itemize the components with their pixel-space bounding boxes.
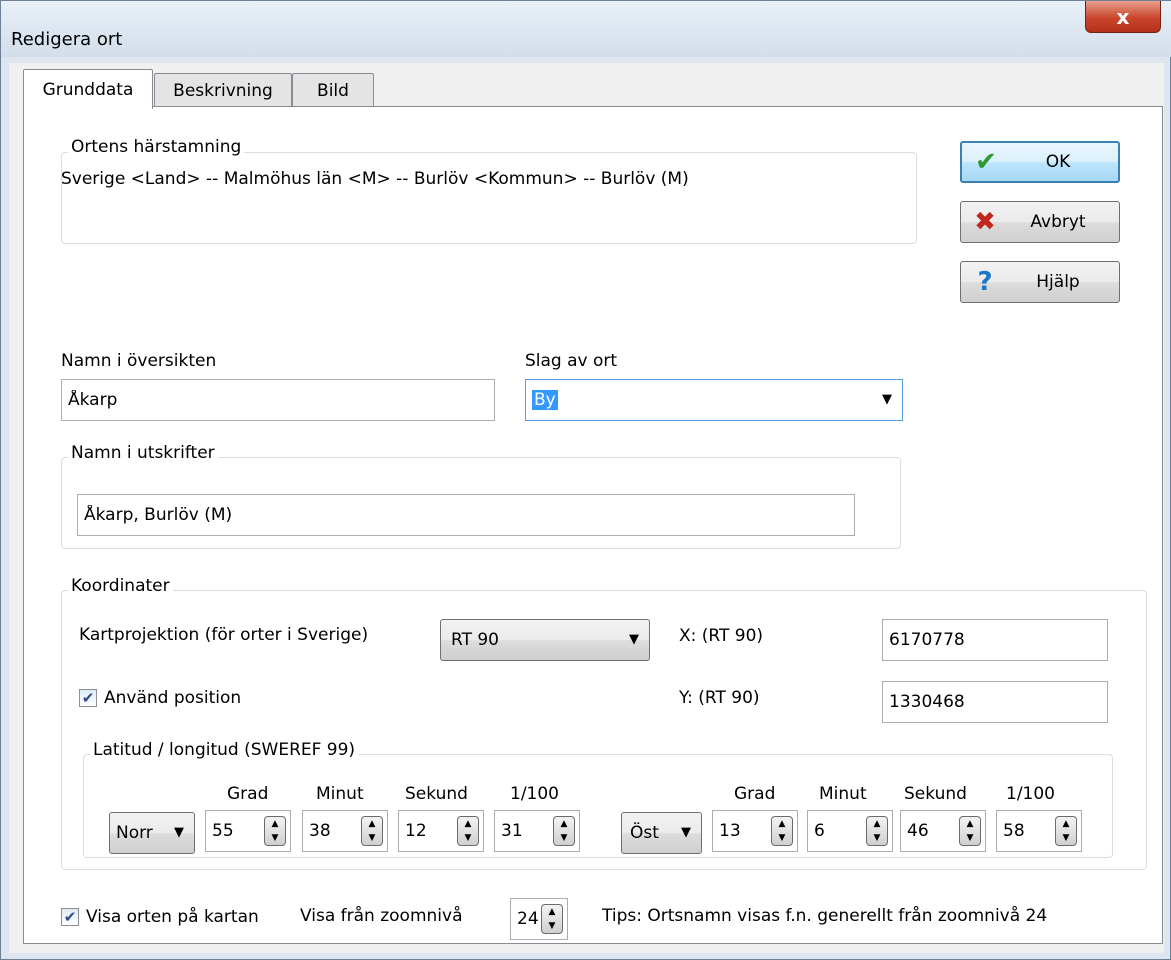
question-icon: ? bbox=[977, 267, 993, 297]
title-bar: Redigera ort x bbox=[1, 1, 1171, 57]
projection-select[interactable]: RT 90 ▼ bbox=[440, 619, 650, 661]
tab-label: Grunddata bbox=[42, 79, 134, 100]
zoom-label: Visa från zoomnivå bbox=[300, 906, 463, 926]
lat-degree-value: 55 bbox=[212, 821, 234, 841]
lon-second-stepper[interactable]: 46 ▲ ▼ bbox=[900, 810, 986, 852]
close-icon: x bbox=[1116, 4, 1130, 29]
dialog-window: Redigera ort x Grunddata Beskrivning Bil… bbox=[0, 0, 1171, 960]
spin-arrows-icon[interactable]: ▲ ▼ bbox=[771, 816, 793, 846]
lat-second-value: 12 bbox=[405, 821, 427, 841]
use-position-label: Använd position bbox=[104, 688, 242, 708]
lon-direction-select[interactable]: Öst ▼ bbox=[621, 812, 702, 854]
cancel-button[interactable]: ✖ Avbryt bbox=[960, 201, 1120, 243]
spin-arrows-icon[interactable]: ▲ ▼ bbox=[541, 904, 563, 934]
ok-label: OK bbox=[1045, 152, 1071, 172]
origin-text: Sverige <Land> -- Malmöhus län <M> -- Bu… bbox=[61, 169, 689, 189]
spin-arrows-icon[interactable]: ▲ ▼ bbox=[553, 816, 575, 846]
close-button[interactable]: x bbox=[1085, 1, 1161, 33]
lon-header-grad: Grad bbox=[734, 784, 776, 804]
lat-direction-value: Norr bbox=[116, 823, 153, 843]
spin-arrows-icon[interactable]: ▲ ▼ bbox=[866, 816, 888, 846]
chevron-down-icon: ▼ bbox=[629, 632, 639, 647]
place-type-select[interactable]: By ▼ bbox=[525, 379, 903, 421]
lon-header-hundredths: 1/100 bbox=[1006, 784, 1055, 804]
lon-second-value: 46 bbox=[907, 821, 929, 841]
origin-group bbox=[61, 152, 917, 244]
lon-degree-value: 13 bbox=[719, 821, 741, 841]
lon-degree-stepper[interactable]: 13 ▲ ▼ bbox=[712, 810, 798, 852]
lon-header-minut: Minut bbox=[819, 784, 867, 804]
zoom-stepper[interactable]: 24 ▲ ▼ bbox=[510, 898, 568, 940]
lon-hundredths-value: 58 bbox=[1003, 821, 1025, 841]
tab-beskrivning[interactable]: Beskrivning bbox=[154, 73, 292, 107]
lon-direction-value: Öst bbox=[630, 823, 659, 843]
spin-arrows-icon[interactable]: ▲ ▼ bbox=[264, 816, 286, 846]
projection-value: RT 90 bbox=[451, 630, 499, 650]
spin-arrows-icon[interactable]: ▲ ▼ bbox=[959, 816, 981, 846]
lat-degree-stepper[interactable]: 55 ▲ ▼ bbox=[205, 810, 291, 852]
tab-panel-grunddata: Ortens härstamning Sverige <Land> -- Mal… bbox=[23, 106, 1163, 944]
lon-header-sekund: Sekund bbox=[904, 784, 967, 804]
spin-arrows-icon[interactable]: ▲ ▼ bbox=[1055, 816, 1077, 846]
x-label: X: (RT 90) bbox=[679, 626, 764, 646]
spin-arrows-icon[interactable]: ▲ ▼ bbox=[361, 816, 383, 846]
lat-minute-stepper[interactable]: 38 ▲ ▼ bbox=[302, 810, 388, 852]
show-on-map-label: Visa orten på kartan bbox=[86, 907, 259, 927]
x-input[interactable] bbox=[882, 619, 1108, 661]
y-input[interactable] bbox=[882, 681, 1108, 723]
lon-minute-value: 6 bbox=[814, 821, 825, 841]
cross-icon: ✖ bbox=[974, 207, 996, 237]
y-label: Y: (RT 90) bbox=[679, 688, 760, 708]
ok-button[interactable]: ✔ OK bbox=[960, 141, 1120, 183]
place-type-value: By bbox=[532, 390, 558, 410]
lon-hundredths-stepper[interactable]: 58 ▲ ▼ bbox=[996, 810, 1082, 852]
lat-direction-select[interactable]: Norr ▼ bbox=[109, 812, 195, 854]
tab-grunddata[interactable]: Grunddata bbox=[23, 69, 153, 109]
lat-minute-value: 38 bbox=[309, 821, 331, 841]
cancel-label: Avbryt bbox=[1030, 212, 1086, 232]
chevron-down-icon: ▼ bbox=[174, 825, 184, 840]
print-name-input[interactable] bbox=[77, 494, 855, 536]
help-label: Hjälp bbox=[1036, 272, 1080, 292]
lat-header-sekund: Sekund bbox=[405, 784, 468, 804]
lat-hundredths-stepper[interactable]: 31 ▲ ▼ bbox=[494, 810, 580, 852]
lat-hundredths-value: 31 bbox=[501, 821, 523, 841]
lat-second-stepper[interactable]: 12 ▲ ▼ bbox=[398, 810, 484, 852]
lat-header-minut: Minut bbox=[316, 784, 364, 804]
origin-legend: Ortens härstamning bbox=[68, 137, 245, 157]
zoom-tip: Tips: Ortsnamn visas f.n. generellt från… bbox=[602, 906, 1048, 926]
help-button[interactable]: ? Hjälp bbox=[960, 261, 1120, 303]
chevron-down-icon: ▼ bbox=[882, 392, 892, 407]
chevron-down-icon: ▼ bbox=[681, 825, 691, 840]
tab-label: Beskrivning bbox=[173, 80, 273, 101]
use-position-checkbox[interactable]: ✔ bbox=[79, 689, 97, 707]
overview-input[interactable] bbox=[61, 379, 495, 421]
lon-minute-stepper[interactable]: 6 ▲ ▼ bbox=[807, 810, 893, 852]
tab-bild[interactable]: Bild bbox=[292, 73, 374, 107]
projection-label: Kartprojektion (för orter i Sverige) bbox=[79, 625, 369, 645]
zoom-value: 24 bbox=[517, 909, 539, 929]
tab-label: Bild bbox=[317, 80, 349, 101]
latlon-legend: Latitud / longitud (SWEREF 99) bbox=[90, 740, 359, 760]
spin-arrows-icon[interactable]: ▲ ▼ bbox=[457, 816, 479, 846]
checkmark-icon: ✔ bbox=[975, 147, 997, 177]
show-on-map-checkbox[interactable]: ✔ bbox=[61, 908, 79, 926]
dialog-client: Grunddata Beskrivning Bild Ortens härsta… bbox=[9, 63, 1164, 953]
lat-header-hundredths: 1/100 bbox=[510, 784, 559, 804]
window-title: Redigera ort bbox=[11, 29, 123, 50]
coordinates-legend: Koordinater bbox=[68, 576, 173, 596]
print-name-legend: Namn i utskrifter bbox=[68, 443, 218, 463]
place-type-label: Slag av ort bbox=[525, 351, 618, 371]
lat-header-grad: Grad bbox=[227, 784, 269, 804]
overview-label: Namn i översikten bbox=[61, 351, 217, 371]
